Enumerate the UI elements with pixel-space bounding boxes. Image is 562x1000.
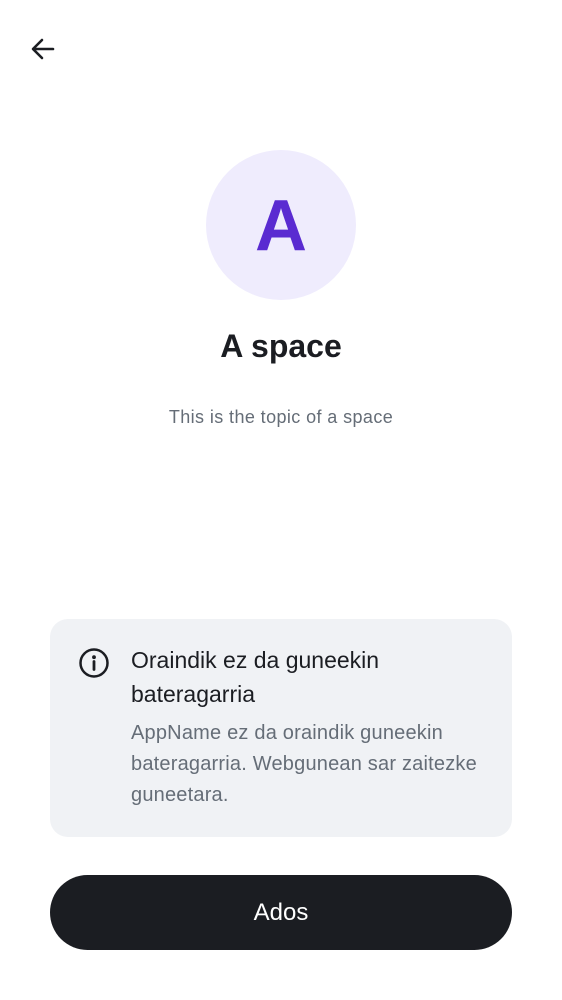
- notice-title: Oraindik ez da guneekin bateragarria: [131, 647, 380, 707]
- arrow-left-icon: [29, 35, 57, 63]
- avatar-letter: A: [255, 186, 307, 266]
- ok-button[interactable]: Ados: [50, 875, 512, 950]
- unsupported-notice-card: Oraindik ez da guneekin bateragarria App…: [50, 619, 512, 837]
- space-name: A space: [220, 328, 342, 364]
- back-button[interactable]: [20, 26, 66, 72]
- ok-button-label: Ados: [253, 898, 309, 926]
- notice-body: AppName ez da oraindik guneekin bateraga…: [131, 722, 477, 806]
- info-icon: [78, 647, 110, 679]
- space-avatar: A: [206, 150, 356, 300]
- space-topic: This is the topic of a space: [168, 407, 394, 427]
